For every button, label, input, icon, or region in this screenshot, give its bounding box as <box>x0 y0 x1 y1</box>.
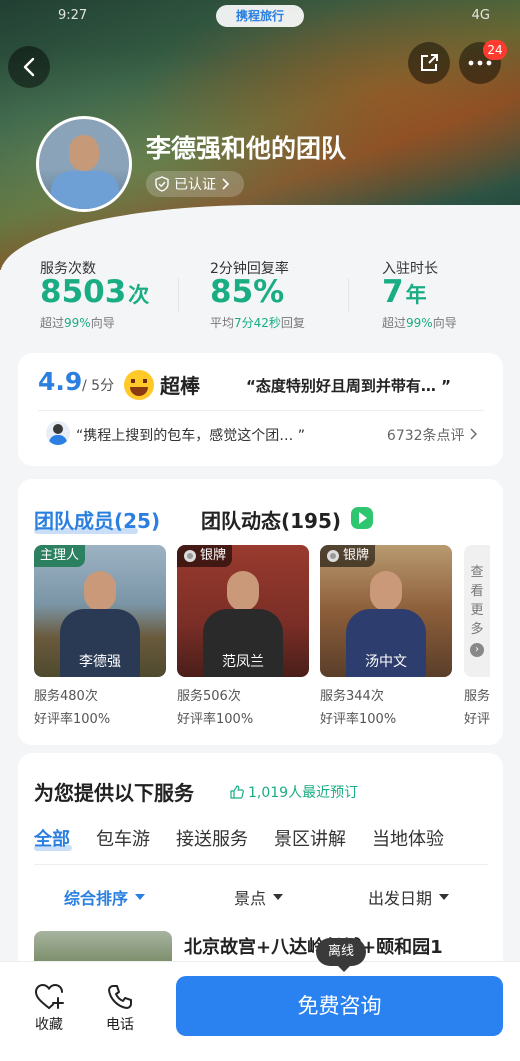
member-tag: 银牌 <box>320 545 376 567</box>
member-name: 李德强 <box>79 654 121 670</box>
arrow-right-icon: › <box>470 643 484 657</box>
clipped-rating: 好评 <box>464 712 490 727</box>
share-button[interactable] <box>408 42 450 84</box>
review-highlight: “态度特别好且周到并带有… ” <box>246 377 451 395</box>
notification-badge: 24 <box>483 40 507 60</box>
status-time: 9:27 <box>58 8 88 23</box>
stats-row: 服务次数 8503次 超过99%向导 2分钟回复率 85% 平均7分42秒回复 … <box>0 250 520 345</box>
chevron-right-icon <box>222 178 230 190</box>
see-more-char: 看 <box>470 584 484 599</box>
person-head <box>84 571 116 611</box>
caret-down-icon <box>439 894 450 900</box>
stat-sub: 平均7分42秒回复 <box>210 316 305 330</box>
booked-count: 1,019人最近预订 <box>230 782 358 802</box>
verified-badge[interactable]: 已认证 <box>146 171 244 197</box>
chevron-left-icon <box>23 57 35 77</box>
team-avatar[interactable] <box>36 116 132 212</box>
member-rating: 好评率100% <box>320 712 397 727</box>
phone-button[interactable]: 电话 <box>95 980 145 1034</box>
review-card[interactable]: 4.9 / 5分 超棒 “态度特别好且周到并带有… ” “携程上搜到的包车，感觉… <box>18 353 503 466</box>
stat-sub: 超过99%向导 <box>40 316 115 330</box>
team-title: 李德强和他的团队 <box>146 134 347 163</box>
rating-scale: / 5分 <box>82 378 115 394</box>
clipped-services: 服务 <box>464 689 490 704</box>
stat-value: 7年 <box>382 274 427 310</box>
see-more-char: 查 <box>470 565 484 580</box>
person-head <box>370 571 402 611</box>
rating-score: 4.9 <box>38 367 83 396</box>
member-card[interactable]: 银牌 汤中文 服务344次 好评率100% <box>320 545 452 727</box>
brand-badge: 携程旅行 <box>216 5 304 27</box>
review-snippet: “携程上搜到的包车，感觉这个团… ” <box>76 428 305 444</box>
see-more-members[interactable]: 查 看 更 多 › <box>464 545 490 677</box>
person-head <box>227 571 259 611</box>
shield-icon <box>155 176 169 192</box>
divider <box>348 278 349 312</box>
phone-icon <box>108 985 132 1009</box>
member-tag: 银牌 <box>177 545 233 567</box>
medal-icon <box>184 550 196 562</box>
caret-down-icon <box>135 894 146 900</box>
tab-team-dynamics[interactable]: 团队动态(195) <box>201 505 341 534</box>
tab-guide[interactable]: 景区讲解 <box>274 825 346 851</box>
member-tag: 主理人 <box>34 545 86 567</box>
caret-down-icon <box>273 894 284 900</box>
member-services: 服务480次 <box>34 689 98 704</box>
member-name: 范凤兰 <box>222 654 264 670</box>
product-title[interactable]: 北京故宫+八达岭长城+颐和园1 <box>184 933 443 959</box>
phone-label: 电话 <box>106 1017 134 1033</box>
favorite-label: 收藏 <box>35 1017 63 1033</box>
divider <box>178 278 179 312</box>
member-photo: 主理人 李德强 <box>34 545 166 677</box>
free-consult-button[interactable]: 免费咨询 <box>176 976 503 1036</box>
tab-charter[interactable]: 包车游 <box>96 825 150 851</box>
more-icon <box>468 60 492 66</box>
member-services: 服务506次 <box>177 689 241 704</box>
see-more-char: 更 <box>470 603 484 618</box>
spot-filter[interactable]: 景点 <box>234 885 284 909</box>
member-stat-clipped: 服务 好评 <box>464 685 490 727</box>
sort-filter[interactable]: 综合排序 <box>64 885 146 909</box>
member-rating: 好评率100% <box>34 712 111 727</box>
member-card[interactable]: 主理人 李德强 服务480次 好评率100% <box>34 545 166 727</box>
team-card: 团队成员(25) 团队动态(195) 主理人 李德强 服务480次 好评率100… <box>18 479 503 745</box>
date-filter[interactable]: 出发日期 <box>368 885 450 909</box>
verified-label: 已认证 <box>174 177 216 193</box>
divider <box>38 410 484 411</box>
service-tabs: 全部 包车游 接送服务 景区讲解 当地体验 <box>34 825 444 851</box>
status-signal: 4G <box>471 8 490 23</box>
member-photo: 银牌 汤中文 <box>320 545 452 677</box>
member-name: 汤中文 <box>365 654 407 670</box>
favorite-button[interactable]: 收藏 <box>24 980 74 1034</box>
reviewer-avatar-icon <box>46 421 70 445</box>
rating-word: 超棒 <box>160 374 200 398</box>
stat-value: 8503次 <box>40 274 150 310</box>
stat-value: 85% <box>210 274 285 310</box>
member-card[interactable]: 银牌 范凤兰 服务506次 好评率100% <box>177 545 309 727</box>
review-count-link[interactable]: 6732条点评 <box>387 425 477 445</box>
heart-plus-icon <box>34 983 64 1009</box>
share-icon <box>421 54 438 71</box>
laughing-emoji-icon <box>124 370 154 400</box>
chevron-right-icon <box>470 428 477 440</box>
see-more-char: 多 <box>470 622 484 637</box>
avatar-head <box>69 135 99 171</box>
medal-icon <box>327 550 339 562</box>
member-services: 服务344次 <box>320 689 384 704</box>
back-button[interactable] <box>8 46 50 88</box>
offline-tooltip: 离线 <box>316 938 367 972</box>
services-title: 为您提供以下服务 <box>34 781 194 805</box>
thumbs-up-icon <box>230 785 244 799</box>
member-photo: 银牌 范凤兰 <box>177 545 309 677</box>
tab-team-members[interactable]: 团队成员(25) <box>34 505 160 534</box>
tab-transfer[interactable]: 接送服务 <box>176 825 248 851</box>
tab-all[interactable]: 全部 <box>34 825 72 851</box>
divider <box>34 864 488 865</box>
avatar-body <box>51 171 119 209</box>
member-rating: 好评率100% <box>177 712 254 727</box>
tab-local[interactable]: 当地体验 <box>372 825 444 851</box>
play-icon <box>351 507 373 529</box>
bottom-action-bar: 收藏 电话 免费咨询 <box>0 961 520 1061</box>
stat-sub: 超过99%向导 <box>382 316 457 330</box>
